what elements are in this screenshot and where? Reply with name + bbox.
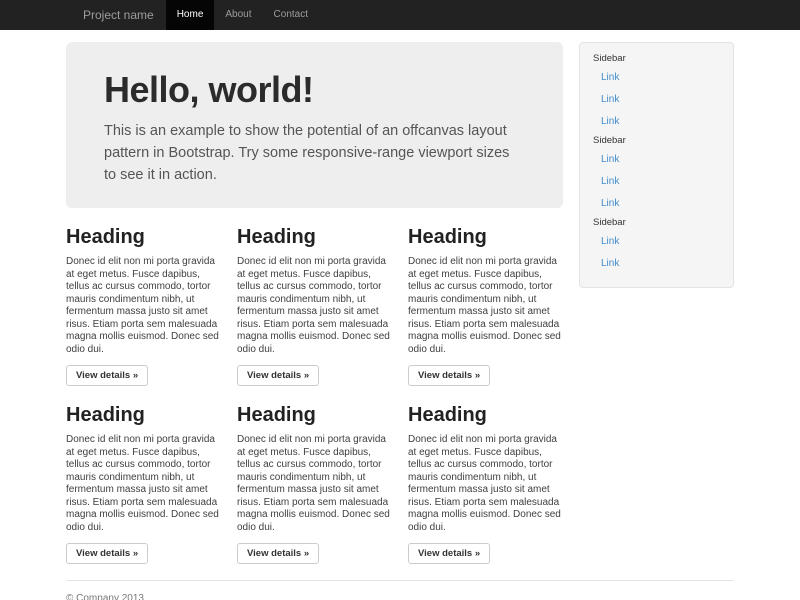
card-heading: Heading bbox=[66, 226, 221, 248]
view-details-button[interactable]: View details » bbox=[237, 543, 319, 564]
card-body-text: Donec id elit non mi porta gravida at eg… bbox=[237, 256, 392, 356]
page-container: Hello, world! This is an example to show… bbox=[66, 42, 734, 600]
article-card: Heading Donec id elit non mi porta gravi… bbox=[237, 386, 392, 564]
view-details-button[interactable]: View details » bbox=[408, 543, 490, 564]
sidebar-link[interactable]: Link bbox=[580, 253, 733, 275]
nav-link-about[interactable]: About bbox=[214, 0, 262, 30]
copyright-text: © Company 2013 bbox=[66, 593, 734, 600]
sidebar-item: Link bbox=[580, 193, 733, 215]
article-card: Heading Donec id elit non mi porta gravi… bbox=[66, 208, 221, 386]
nav-menu: Home About Contact bbox=[166, 0, 319, 30]
card-heading: Heading bbox=[237, 226, 392, 248]
sidebar-link[interactable]: Link bbox=[580, 67, 733, 89]
footer: © Company 2013 bbox=[66, 593, 734, 600]
sidebar-item: Link bbox=[580, 171, 733, 193]
sidebar-link[interactable]: Link bbox=[580, 89, 733, 111]
article-card: Heading Donec id elit non mi porta gravi… bbox=[408, 208, 563, 386]
nav-link-contact[interactable]: Contact bbox=[263, 0, 319, 30]
card-body-text: Donec id elit non mi porta gravida at eg… bbox=[66, 256, 221, 356]
cards-row-1: Heading Donec id elit non mi porta gravi… bbox=[66, 208, 563, 386]
brand-link[interactable]: Project name bbox=[66, 0, 154, 30]
sidebar-item: Link bbox=[580, 149, 733, 171]
article-card: Heading Donec id elit non mi porta gravi… bbox=[408, 386, 563, 564]
sidebar-item: Link bbox=[580, 231, 733, 253]
sidebar-link[interactable]: Link bbox=[580, 193, 733, 215]
jumbotron-description: This is an example to show the potential… bbox=[104, 120, 525, 186]
sidebar-link[interactable]: Link bbox=[580, 149, 733, 171]
sidebar-link[interactable]: Link bbox=[580, 111, 733, 133]
jumbotron: Hello, world! This is an example to show… bbox=[66, 42, 563, 208]
sidebar-link[interactable]: Link bbox=[580, 171, 733, 193]
sidebar-group-heading: Sidebar bbox=[580, 215, 733, 231]
nav-item-about: About bbox=[214, 0, 262, 30]
sidebar: Sidebar Link Link Link Sidebar Link Link… bbox=[579, 42, 734, 288]
navbar: Project name Home About Contact bbox=[0, 0, 800, 30]
sidebar-item: Link bbox=[580, 253, 733, 275]
card-heading: Heading bbox=[237, 404, 392, 426]
card-heading: Heading bbox=[66, 404, 221, 426]
card-body-text: Donec id elit non mi porta gravida at eg… bbox=[408, 434, 563, 534]
navbar-container: Project name Home About Contact bbox=[66, 0, 734, 30]
main-content: Hello, world! This is an example to show… bbox=[66, 42, 563, 564]
cards-row-2: Heading Donec id elit non mi porta gravi… bbox=[66, 386, 563, 564]
page-title: Hello, world! bbox=[104, 70, 525, 110]
card-body-text: Donec id elit non mi porta gravida at eg… bbox=[66, 434, 221, 534]
card-body-text: Donec id elit non mi porta gravida at eg… bbox=[408, 256, 563, 356]
sidebar-item: Link bbox=[580, 111, 733, 133]
sidebar-link[interactable]: Link bbox=[580, 231, 733, 253]
sidebar-group-heading: Sidebar bbox=[580, 133, 733, 149]
article-card: Heading Donec id elit non mi porta gravi… bbox=[237, 208, 392, 386]
view-details-button[interactable]: View details » bbox=[66, 365, 148, 386]
card-heading: Heading bbox=[408, 404, 563, 426]
footer-divider bbox=[66, 580, 734, 581]
sidebar-item: Link bbox=[580, 67, 733, 89]
sidebar-group-heading: Sidebar bbox=[580, 51, 733, 67]
view-details-button[interactable]: View details » bbox=[408, 365, 490, 386]
article-card: Heading Donec id elit non mi porta gravi… bbox=[66, 386, 221, 564]
nav-link-home[interactable]: Home bbox=[166, 0, 215, 30]
nav-item-contact: Contact bbox=[263, 0, 319, 30]
nav-item-home: Home bbox=[166, 0, 215, 30]
main-row: Hello, world! This is an example to show… bbox=[66, 42, 734, 564]
view-details-button[interactable]: View details » bbox=[66, 543, 148, 564]
view-details-button[interactable]: View details » bbox=[237, 365, 319, 386]
card-heading: Heading bbox=[408, 226, 563, 248]
sidebar-list: Sidebar Link Link Link Sidebar Link Link… bbox=[580, 51, 733, 275]
sidebar-item: Link bbox=[580, 89, 733, 111]
card-body-text: Donec id elit non mi porta gravida at eg… bbox=[237, 434, 392, 534]
